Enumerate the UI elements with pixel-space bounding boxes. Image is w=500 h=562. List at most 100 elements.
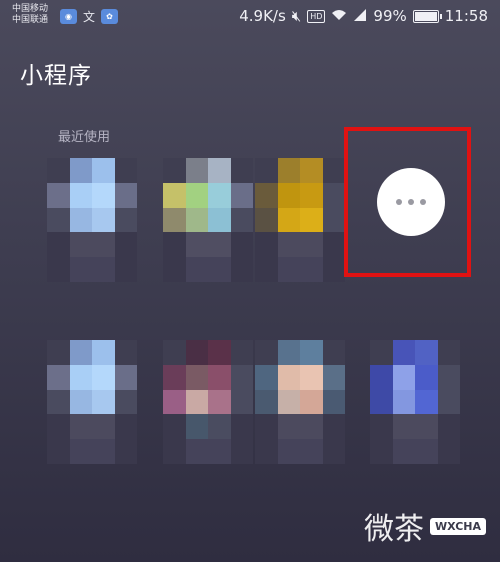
mosaic-cell — [230, 340, 253, 365]
mosaic-cell — [114, 182, 137, 208]
mini-program-app-4[interactable] — [47, 340, 137, 464]
status-bar: 中国移动 中国联通 ◉ 文 ✿ 4.9K/s 🔇︎ HD 99% 11:58 — [0, 0, 500, 34]
mosaic-cell — [114, 340, 137, 365]
mosaic-cell — [92, 414, 115, 440]
mosaic-cell — [185, 158, 208, 183]
hd-badge: HD — [307, 9, 326, 23]
mosaic-cell — [163, 364, 186, 390]
mosaic-cell — [277, 389, 300, 415]
mosaic-cell — [185, 232, 208, 258]
mosaic-cell — [300, 364, 323, 390]
mosaic-cell — [163, 257, 186, 282]
recent-section-label: 最近使用 — [58, 130, 111, 145]
mosaic-cell — [163, 439, 186, 464]
mosaic-cell — [163, 232, 186, 258]
mosaic-cell — [114, 389, 137, 415]
mosaic-cell — [163, 340, 186, 365]
battery-percent: 99% — [373, 7, 407, 25]
app-icon-blurred — [255, 340, 345, 464]
mosaic-cell — [69, 389, 92, 415]
mosaic-cell — [392, 439, 415, 464]
mosaic-cell — [300, 158, 323, 183]
mosaic-cell — [230, 439, 253, 464]
mosaic-cell — [300, 389, 323, 415]
net-speed: 4.9K/s — [239, 7, 286, 25]
mini-program-app-3[interactable] — [255, 158, 345, 282]
mosaic-cell — [163, 414, 186, 440]
app-icon-blurred — [163, 340, 253, 464]
mini-program-app-1[interactable] — [47, 158, 137, 282]
mosaic-cell — [185, 257, 208, 282]
app-notification-icon: ◉ — [60, 9, 77, 24]
mosaic-cell — [69, 232, 92, 258]
mosaic-cell — [437, 364, 460, 390]
mosaic-cell — [114, 439, 137, 464]
carrier-1: 中国移动 — [12, 4, 49, 14]
mosaic-cell — [47, 257, 70, 282]
mosaic-cell — [322, 414, 345, 440]
mosaic-cell — [47, 158, 70, 183]
mosaic-cell — [277, 340, 300, 365]
mosaic-cell — [277, 257, 300, 282]
mosaic-cell — [114, 232, 137, 258]
mosaic-cell — [300, 414, 323, 440]
mosaic-cell — [392, 414, 415, 440]
watermark-badge: WXCHA — [429, 517, 486, 535]
mosaic-cell — [300, 207, 323, 233]
carrier-2: 中国联通 — [12, 15, 49, 25]
mosaic-cell — [255, 364, 278, 390]
mosaic-cell — [322, 364, 345, 390]
mosaic-cell — [255, 389, 278, 415]
mosaic-cell — [437, 414, 460, 440]
mini-program-app-2[interactable] — [163, 158, 253, 282]
mosaic-cell — [230, 389, 253, 415]
mini-program-app-5[interactable] — [163, 340, 253, 464]
mosaic-cell — [208, 439, 231, 464]
text-notification-icon: 文 — [83, 10, 96, 24]
mini-program-app-6[interactable] — [255, 340, 345, 464]
mosaic-cell — [437, 389, 460, 415]
mosaic-cell — [163, 207, 186, 233]
mosaic-cell — [163, 182, 186, 208]
mosaic-cell — [255, 158, 278, 183]
mosaic-cell — [277, 182, 300, 208]
mosaic-cell — [300, 439, 323, 464]
clock: 11:58 — [444, 7, 488, 25]
mosaic-cell — [163, 158, 186, 183]
mosaic-cell — [69, 207, 92, 233]
mosaic-cell — [208, 364, 231, 390]
mosaic-cell — [47, 389, 70, 415]
mosaic-cell — [69, 439, 92, 464]
mosaic-cell — [255, 340, 278, 365]
mosaic-cell — [277, 439, 300, 464]
battery-icon — [412, 9, 442, 23]
mosaic-cell — [370, 414, 393, 440]
app-icon-blurred — [47, 158, 137, 282]
mosaic-cell — [415, 364, 438, 390]
mosaic-cell — [185, 439, 208, 464]
signal-icon — [353, 7, 367, 25]
baidu-icon: ✿ — [101, 9, 119, 24]
mosaic-cell — [370, 439, 393, 464]
mosaic-cell — [322, 389, 345, 415]
mosaic-cell — [47, 414, 70, 440]
mosaic-cell — [392, 364, 415, 390]
mosaic-cell — [208, 232, 231, 258]
mosaic-cell — [300, 182, 323, 208]
mosaic-cell — [277, 207, 300, 233]
mosaic-cell — [114, 257, 137, 282]
mosaic-cell — [92, 158, 115, 183]
mosaic-cell — [185, 182, 208, 208]
mosaic-cell — [415, 340, 438, 365]
mosaic-cell — [392, 340, 415, 365]
mini-program-app-7[interactable] — [370, 340, 460, 464]
mosaic-cell — [69, 340, 92, 365]
notification-icons: ◉ 文 ✿ — [60, 9, 119, 24]
watermark: 微茶 WXCHA — [364, 504, 486, 548]
mosaic-cell — [322, 257, 345, 282]
mosaic-cell — [114, 414, 137, 440]
mosaic-cell — [300, 340, 323, 365]
highlight-annotation — [344, 127, 471, 277]
mosaic-cell — [322, 207, 345, 233]
mosaic-cell — [230, 257, 253, 282]
